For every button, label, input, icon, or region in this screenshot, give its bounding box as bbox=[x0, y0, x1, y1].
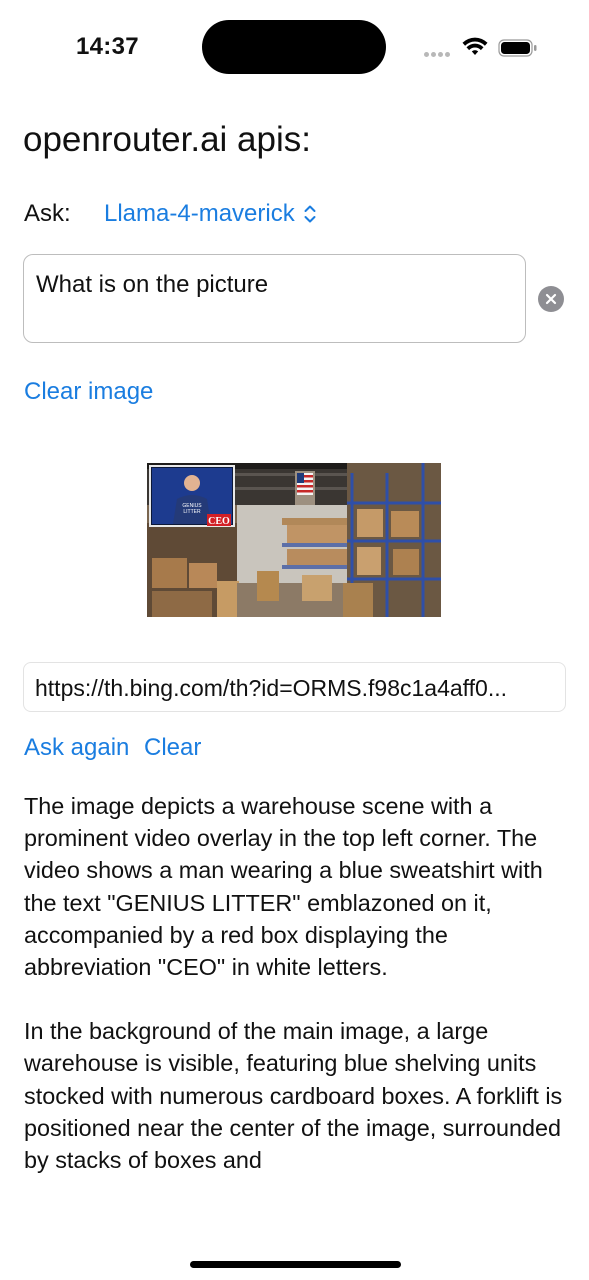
image-url-field[interactable]: https://th.bing.com/th?id=ORMS.f98c1a4af… bbox=[23, 662, 566, 712]
chevron-up-down-icon bbox=[304, 205, 316, 223]
clear-image-button[interactable]: Clear image bbox=[24, 378, 153, 406]
battery-icon bbox=[498, 39, 537, 57]
warehouse-photo: GENIUS LITTER CEO bbox=[147, 463, 441, 617]
model-picker-label: Llama-4-maverick bbox=[104, 200, 295, 227]
status-time: 14:37 bbox=[76, 33, 139, 60]
svg-text:LITTER: LITTER bbox=[183, 509, 201, 515]
clear-button[interactable]: Clear bbox=[144, 734, 201, 762]
status-bar: 14:37 bbox=[0, 0, 589, 96]
svg-text:CEO: CEO bbox=[208, 516, 230, 527]
response-paragraph: The image depicts a warehouse scene with… bbox=[24, 793, 543, 981]
ask-again-button[interactable]: Ask again bbox=[24, 734, 129, 762]
close-icon bbox=[545, 293, 557, 305]
response-text: The image depicts a warehouse scene with… bbox=[24, 790, 572, 1196]
cellular-signal-icon bbox=[424, 52, 450, 57]
image-preview: GENIUS LITTER CEO bbox=[147, 463, 441, 617]
wifi-icon bbox=[462, 37, 488, 55]
dynamic-island bbox=[202, 20, 386, 74]
response-paragraph: In the background of the main image, a l… bbox=[24, 1018, 563, 1174]
model-picker[interactable]: Llama-4-maverick bbox=[104, 200, 317, 228]
clear-prompt-button[interactable] bbox=[538, 286, 564, 312]
prompt-input[interactable]: What is on the picture bbox=[23, 254, 526, 343]
home-indicator[interactable] bbox=[190, 1261, 401, 1268]
ask-label: Ask: bbox=[24, 200, 71, 227]
flag-icon bbox=[297, 473, 313, 495]
page-title: openrouter.ai apis: bbox=[23, 120, 311, 159]
